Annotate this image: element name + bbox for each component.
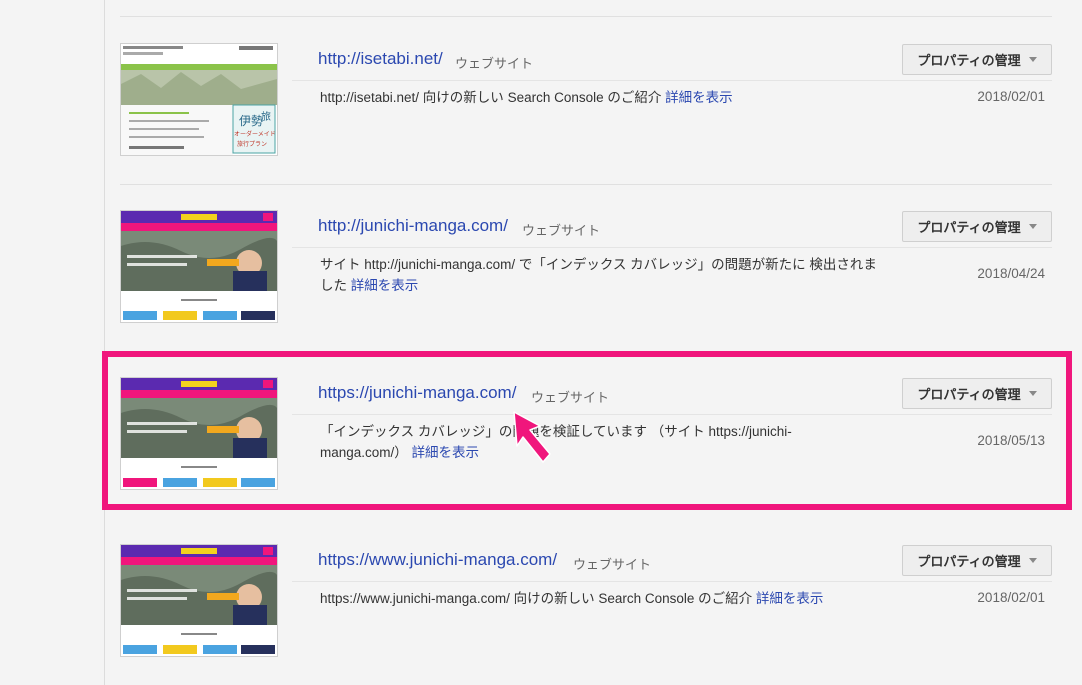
row-inner-divider (292, 581, 1052, 582)
manage-property-label: プロパティの管理 (917, 387, 1021, 402)
manage-property-label: プロパティの管理 (917, 220, 1021, 235)
details-link[interactable]: 詳細を表示 (665, 90, 733, 105)
message-date: 2018/05/13 (977, 433, 1045, 448)
thumb-text-order: オーダーメイド (234, 130, 276, 138)
property-type-label: ウェブサイト (522, 223, 601, 238)
site-thumbnail[interactable] (120, 210, 278, 323)
message-date: 2018/02/01 (977, 89, 1045, 104)
message-body: http://isetabi.net/ 向けの新しい Search Consol… (320, 90, 662, 105)
property-url-link[interactable]: http://junichi-manga.com/ (318, 216, 508, 236)
manage-property-button[interactable]: プロパティの管理 (902, 545, 1052, 576)
message-text: https://www.junichi-manga.com/ 向けの新しい Se… (320, 588, 890, 609)
property-row-isetabi: 伊勢 旅 オーダーメイド 旅行プラン http://isetabi.net/ ウ… (0, 17, 1082, 167)
property-url-link[interactable]: https://www.junichi-manga.com/ (318, 550, 557, 570)
details-link[interactable]: 詳細を表示 (756, 591, 824, 606)
details-link[interactable]: 詳細を表示 (412, 445, 480, 460)
message-date: 2018/02/01 (977, 590, 1045, 605)
property-type-label: ウェブサイト (573, 557, 652, 572)
manage-property-button[interactable]: プロパティの管理 (902, 44, 1052, 75)
message-body: https://www.junichi-manga.com/ 向けの新しい Se… (320, 591, 753, 606)
property-type-label: ウェブサイト (531, 390, 610, 405)
property-url-link[interactable]: http://isetabi.net/ (318, 49, 443, 69)
row-inner-divider (292, 414, 1052, 415)
message-text: http://isetabi.net/ 向けの新しい Search Consol… (320, 87, 890, 108)
manage-property-label: プロパティの管理 (917, 53, 1021, 68)
property-type-label: ウェブサイト (455, 56, 534, 71)
manage-property-button[interactable]: プロパティの管理 (902, 378, 1052, 409)
hand-pointer-cursor-icon (513, 411, 551, 463)
manage-property-label: プロパティの管理 (917, 554, 1021, 569)
chevron-down-icon (1028, 224, 1037, 229)
thumb-text-ise: 伊勢 (239, 113, 263, 128)
property-row-www-junichi-manga: https://www.junichi-manga.com/ ウェブサイト プロ… (0, 518, 1082, 668)
site-thumbnail[interactable]: 伊勢 旅 オーダーメイド 旅行プラン (120, 43, 278, 156)
manage-property-button[interactable]: プロパティの管理 (902, 211, 1052, 242)
message-text: 「インデックス カバレッジ」の問題を検証しています （サイト https://j… (320, 421, 830, 463)
chevron-down-icon (1028, 57, 1037, 62)
row-inner-divider (292, 247, 1052, 248)
thumb-text-plan: 旅行プラン (237, 140, 267, 148)
thumb-text-tabi: 旅 (261, 110, 271, 123)
site-thumbnail[interactable] (120, 544, 278, 657)
site-thumbnail[interactable] (120, 377, 278, 490)
chevron-down-icon (1028, 391, 1037, 396)
message-text: サイト http://junichi-manga.com/ で「インデックス カ… (320, 254, 890, 296)
chevron-down-icon (1028, 558, 1037, 563)
property-row-junichi-manga-http: http://junichi-manga.com/ ウェブサイト プロパティの管… (0, 184, 1082, 334)
row-inner-divider (292, 80, 1052, 81)
message-date: 2018/04/24 (977, 266, 1045, 281)
details-link[interactable]: 詳細を表示 (351, 278, 419, 293)
property-url-link[interactable]: https://junichi-manga.com/ (318, 383, 516, 403)
